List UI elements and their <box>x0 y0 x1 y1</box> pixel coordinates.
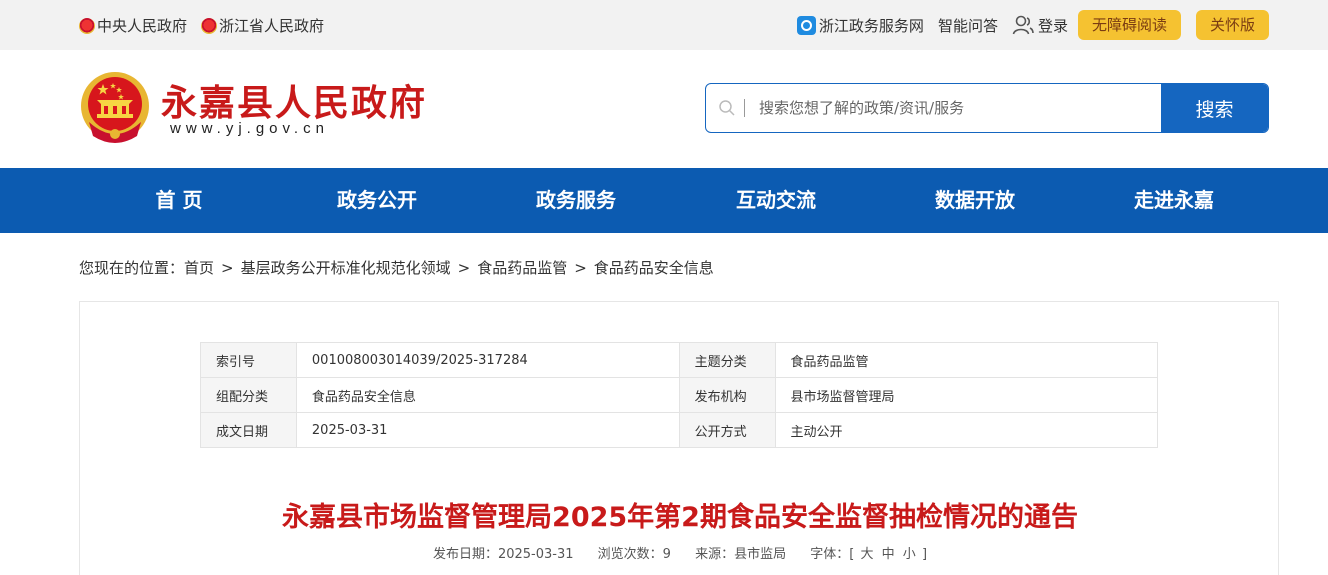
font-small-button[interactable]: 小 <box>903 547 916 562</box>
info-key: 索引号 <box>200 342 297 378</box>
breadcrumb-food-drug-safety[interactable]: 食品药品安全信息 <box>594 257 714 278</box>
nav-about-yongjia[interactable]: 走进永嘉 <box>1134 168 1214 233</box>
service-net-icon <box>796 15 816 35</box>
table-row: 成文日期 2025-03-31 公开方式 主动公开 <box>200 412 1159 448</box>
info-value: 主动公开 <box>774 412 1159 448</box>
info-value: 食品药品安全信息 <box>295 377 680 413</box>
top-actions: 浙江政务服务网 智能问答 登录 无障碍阅读 关怀版 <box>796 10 1269 40</box>
top-bar: 中央人民政府 浙江省人民政府 浙江政务服务网 智能问答 登录 无障碍阅读 关怀版 <box>0 0 1328 50</box>
zhejiang-gov-label: 浙江省人民政府 <box>219 17 325 35</box>
search-button[interactable]: 搜索 <box>1161 84 1268 132</box>
breadcrumb-separator: > <box>221 258 234 277</box>
central-gov-link[interactable]: 中央人民政府 <box>79 15 187 36</box>
article-panel: 索引号 001008003014039/2025-317284 主题分类 食品药… <box>79 301 1279 575</box>
table-row: 组配分类 食品药品安全信息 发布机构 县市场监督管理局 <box>200 377 1159 413</box>
search-icon <box>719 100 735 116</box>
central-gov-label: 中央人民政府 <box>97 17 188 35</box>
nav-interaction[interactable]: 互动交流 <box>736 168 816 233</box>
font-size-control: 字体：[ 大 中 小 ] <box>810 547 927 562</box>
breadcrumb: 您现在的位置： 首页 > 基层政务公开标准化规范化领域 > 食品药品监管 > 食… <box>79 257 714 278</box>
font-medium-button[interactable]: 中 <box>882 547 895 562</box>
breadcrumb-separator: > <box>574 258 587 277</box>
info-key: 主题分类 <box>678 342 776 378</box>
nav-home[interactable]: 首 页 <box>156 168 203 233</box>
breadcrumb-prefix: 您现在的位置： <box>79 259 185 277</box>
national-emblem-icon <box>79 17 95 34</box>
nav-gov-services[interactable]: 政务服务 <box>536 168 616 233</box>
info-value: 001008003014039/2025-317284 <box>295 342 680 378</box>
search-field <box>706 84 1161 132</box>
smart-qa-link[interactable]: 智能问答 <box>938 15 998 36</box>
login-label: 登录 <box>1037 16 1068 35</box>
info-key: 发布机构 <box>678 377 776 413</box>
nav-open-data[interactable]: 数据开放 <box>935 168 1015 233</box>
national-emblem-icon <box>201 17 218 34</box>
accessible-reading-button[interactable]: 无障碍阅读 <box>1077 10 1181 40</box>
service-net-link[interactable]: 浙江政务服务网 <box>796 15 924 36</box>
view-count: 浏览次数：9 <box>597 547 671 562</box>
font-large-button[interactable]: 大 <box>860 547 873 562</box>
care-mode-button[interactable]: 关怀版 <box>1195 10 1269 40</box>
user-icon <box>1012 15 1034 35</box>
login-link[interactable]: 登录 <box>1012 15 1068 36</box>
breadcrumb-home[interactable]: 首页 <box>184 257 214 278</box>
info-table: 索引号 001008003014039/2025-317284 主题分类 食品药… <box>200 342 1159 448</box>
site-title[interactable]: 永嘉县人民政府 <box>161 74 427 126</box>
national-emblem-logo[interactable] <box>79 70 151 146</box>
info-key: 公开方式 <box>678 412 776 448</box>
main-nav: 首 页 政务公开 政务服务 互动交流 数据开放 走进永嘉 <box>0 168 1328 233</box>
site-url: www.yj.gov.cn <box>170 120 329 137</box>
info-value: 县市场监督管理局 <box>774 377 1159 413</box>
search-box: 搜索 <box>705 83 1269 133</box>
info-key: 成文日期 <box>200 412 297 448</box>
breadcrumb-food-drug[interactable]: 食品药品监管 <box>477 257 567 278</box>
breadcrumb-separator: > <box>457 258 471 277</box>
info-value: 食品药品监管 <box>774 342 1159 378</box>
publish-date: 发布日期：2025-03-31 <box>432 547 574 562</box>
search-input[interactable] <box>759 99 1139 117</box>
zhejiang-gov-link[interactable]: 浙江省人民政府 <box>201 15 324 36</box>
table-row: 索引号 001008003014039/2025-317284 主题分类 食品药… <box>200 342 1159 378</box>
breadcrumb-standardization[interactable]: 基层政务公开标准化规范化领域 <box>241 257 451 278</box>
font-size-end: ] <box>921 547 928 562</box>
info-key: 组配分类 <box>200 377 297 413</box>
font-size-label: 字体：[ <box>810 547 855 562</box>
nav-gov-affairs-open[interactable]: 政务公开 <box>337 168 417 233</box>
search-separator <box>744 99 745 117</box>
info-value: 2025-03-31 <box>295 412 680 448</box>
article-title: 永嘉县市场监督管理局2025年第2期食品安全监督抽检情况的通告 <box>282 502 1078 533</box>
service-net-label: 浙江政务服务网 <box>818 16 924 35</box>
article-source: 来源：县市监局 <box>695 547 787 562</box>
article-meta: 发布日期：2025-03-31 浏览次数：9 来源：县市监局 字体：[ 大 中 … <box>80 543 1280 562</box>
top-links: 中央人民政府 浙江省人民政府 <box>79 15 338 36</box>
